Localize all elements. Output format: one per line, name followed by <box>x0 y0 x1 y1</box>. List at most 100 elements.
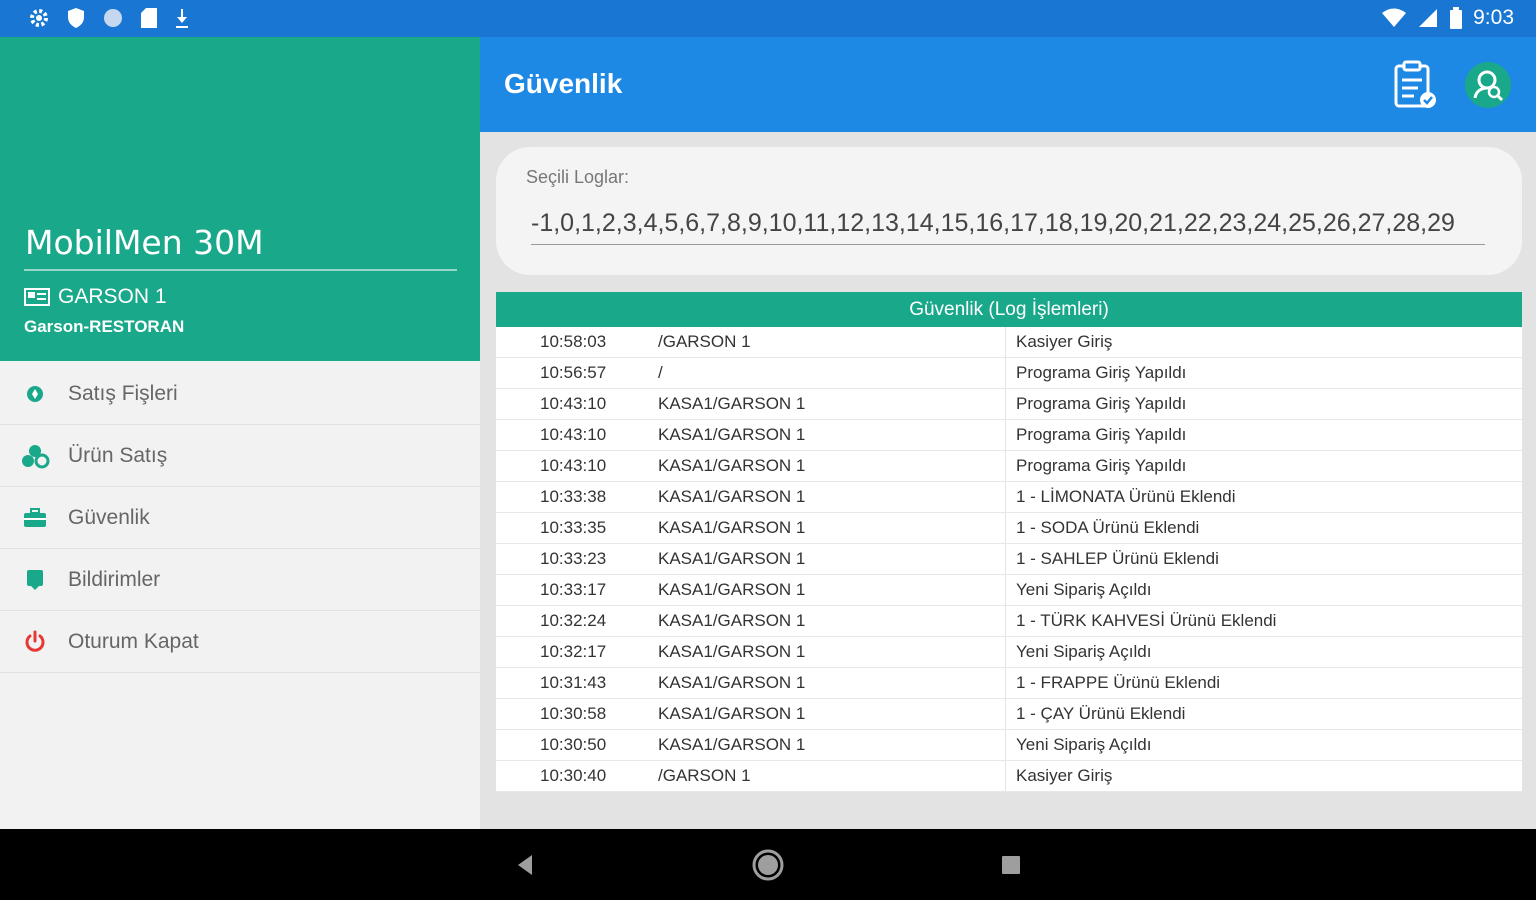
battery-icon <box>1450 7 1463 29</box>
log-action: 1 - LİMONATA Ürünü Eklendi <box>1016 487 1236 506</box>
table-row[interactable]: 10:43:10 KASA1/GARSON 1 Programa Giriş Yap… <box>496 451 1522 482</box>
log-action: 1 - TÜRK KAHVESİ Ürünü Eklendi <box>1016 611 1277 630</box>
log-time: 10:58:03 <box>540 332 607 351</box>
table-row[interactable]: 10:33:23 KASA1/GARSON 1 1 - SAHLEP Ürünü E… <box>496 544 1522 575</box>
log-time: 10:56:57 <box>540 363 607 382</box>
menu-label: Satış Fişleri <box>68 381 178 405</box>
table-row[interactable]: 10:31:43 KASA1/GARSON 1 1 - FRAPPE Ürünü E… <box>496 668 1522 699</box>
log-user: KASA1/GARSON 1 <box>650 730 1006 760</box>
log-user: /GARSON 1 <box>650 761 1006 791</box>
table-row[interactable]: 10:30:58 KASA1/GARSON 1 1 - ÇAY Ürünü Ekle… <box>496 699 1522 730</box>
log-time: 10:43:10 <box>540 394 607 413</box>
log-user: KASA1/GARSON 1 <box>650 482 1006 512</box>
log-action: Yeni Sipariş Açıldı <box>1016 642 1152 661</box>
log-action: 1 - ÇAY Ürünü Eklendi <box>1016 704 1186 723</box>
navigation-drawer: MobilMen 30M GARSON 1 Garson-RESTORAN Sa… <box>0 37 480 829</box>
log-action: 1 - FRAPPE Ürünü Eklendi <box>1016 673 1221 692</box>
table-row[interactable]: 10:33:17 KASA1/GARSON 1 Yeni Sipariş Açıld… <box>496 575 1522 606</box>
log-time: 10:33:38 <box>540 487 607 506</box>
log-table: Güvenlik (Log İşlemleri) 10:58:03/GARSON… <box>496 292 1522 792</box>
app-name: MobilMen 30M <box>25 223 264 262</box>
menu-item-satis-fisleri[interactable]: Satış Fişleri <box>0 363 480 425</box>
table-row[interactable]: 10:32:24 KASA1/GARSON 1 1 - TÜRK KAHVESİ Ü… <box>496 606 1522 637</box>
menu-label: Güvenlik <box>68 505 150 529</box>
log-user: KASA1/GARSON 1 <box>650 513 1006 543</box>
log-time: 10:30:58 <box>540 704 607 723</box>
briefcase-icon <box>20 507 50 528</box>
system-nav-bar <box>0 829 1536 900</box>
download-icon <box>176 9 188 28</box>
log-table-body: 10:58:03/GARSON 1 Kasiyer Giriş 10:56:57 / P… <box>496 327 1522 792</box>
table-row[interactable]: 10:30:50 KASA1/GARSON 1 Yeni Sipariş Açıld… <box>496 730 1522 761</box>
header-divider <box>24 269 457 271</box>
table-row[interactable]: 10:30:40/GARSON 1 Kasiyer Giriş <box>496 761 1522 792</box>
log-action: Programa Giriş Yapıldı <box>1016 363 1187 382</box>
circle-icon <box>104 9 122 27</box>
clipboard-check-icon <box>1394 60 1436 108</box>
home-button[interactable] <box>750 847 786 883</box>
log-action: Yeni Sipariş Açıldı <box>1016 580 1152 599</box>
log-user: KASA1/GARSON 1 <box>650 699 1006 729</box>
log-action: Yeni Sipariş Açıldı <box>1016 735 1152 754</box>
log-action: Kasiyer Giriş <box>1016 766 1113 785</box>
wifi-icon <box>1382 8 1407 27</box>
status-bar-left-icons <box>28 7 190 29</box>
recents-icon <box>1002 856 1020 874</box>
log-action: Programa Giriş Yapıldı <box>1016 425 1187 444</box>
table-row[interactable]: 10:32:17 KASA1/GARSON 1 Yeni Sipariş Açıld… <box>496 637 1522 668</box>
status-bar: 9:03 <box>0 0 1536 37</box>
app-toolbar: Güvenlik <box>480 37 1536 132</box>
signal-icon <box>1419 9 1438 27</box>
selected-logs-field[interactable]: -1,0,1,2,3,4,5,6,7,8,9,10,11,12,13,14,15… <box>531 209 1485 245</box>
log-user: KASA1/GARSON 1 <box>650 420 1006 450</box>
menu-label: Oturum Kapat <box>68 629 199 653</box>
table-row[interactable]: 10:56:57 / Programa Giriş Yapıldı <box>496 358 1522 389</box>
back-icon <box>518 855 532 875</box>
selected-logs-label: Seçili Loglar: <box>526 167 630 187</box>
log-time: 10:33:17 <box>540 580 607 599</box>
sd-card-icon <box>141 8 157 28</box>
selected-logs-card: Seçili Loglar: -1,0,1,2,3,4,5,6,7,8,9,10… <box>496 147 1522 275</box>
clipboard-button[interactable] <box>1388 59 1440 111</box>
log-action: Kasiyer Giriş <box>1016 332 1113 351</box>
drawer-header: MobilMen 30M GARSON 1 Garson-RESTORAN <box>0 37 480 361</box>
menu-item-guvenlik[interactable]: Güvenlik <box>0 487 480 549</box>
products-icon <box>20 443 50 469</box>
recents-button[interactable] <box>993 847 1029 883</box>
menu-item-oturum-kapat[interactable]: Oturum Kapat <box>0 611 480 673</box>
log-user: /GARSON 1 <box>650 327 1006 357</box>
log-user: KASA1/GARSON 1 <box>650 451 1006 481</box>
log-action: Programa Giriş Yapıldı <box>1016 456 1187 475</box>
user-role: Garson-RESTORAN <box>24 317 185 336</box>
status-bar-right: 9:03 <box>1381 6 1514 30</box>
user-search-button[interactable] <box>1462 59 1514 111</box>
log-action: 1 - SAHLEP Ürünü Eklendi <box>1016 549 1219 568</box>
table-row[interactable]: 10:33:35 KASA1/GARSON 1 1 - SODA Ürünü Ekl… <box>496 513 1522 544</box>
menu-item-bildirimler[interactable]: Bildirimler <box>0 549 480 611</box>
log-user: KASA1/GARSON 1 <box>650 389 1006 419</box>
table-row[interactable]: 10:33:38 KASA1/GARSON 1 1 - LİMONATA Ürünü… <box>496 482 1522 513</box>
log-user: / <box>650 358 1006 388</box>
page-title: Güvenlik <box>504 68 623 99</box>
menu-item-urun-satis[interactable]: Ürün Satış <box>0 425 480 487</box>
table-row[interactable]: 10:58:03/GARSON 1 Kasiyer Giriş <box>496 327 1522 358</box>
table-row[interactable]: 10:43:10 KASA1/GARSON 1 Programa Giriş Yap… <box>496 389 1522 420</box>
power-icon <box>20 630 50 654</box>
log-action: Programa Giriş Yapıldı <box>1016 394 1187 413</box>
gear-icon <box>30 9 48 27</box>
back-button[interactable] <box>507 847 543 883</box>
log-action: 1 - SODA Ürünü Eklendi <box>1016 518 1200 537</box>
receipt-icon <box>20 384 50 404</box>
menu-label: Ürün Satış <box>68 443 168 467</box>
log-user: KASA1/GARSON 1 <box>650 637 1006 667</box>
table-row[interactable]: 10:43:10 KASA1/GARSON 1 Programa Giriş Yap… <box>496 420 1522 451</box>
home-icon <box>752 849 784 881</box>
log-time: 10:30:40 <box>540 766 607 785</box>
log-time: 10:33:23 <box>540 549 607 568</box>
user-search-icon <box>1465 62 1511 108</box>
log-time: 10:33:35 <box>540 518 607 537</box>
log-time: 10:43:10 <box>540 425 607 444</box>
menu-label: Bildirimler <box>68 567 161 591</box>
log-user: KASA1/GARSON 1 <box>650 575 1006 605</box>
shield-icon <box>68 8 84 28</box>
